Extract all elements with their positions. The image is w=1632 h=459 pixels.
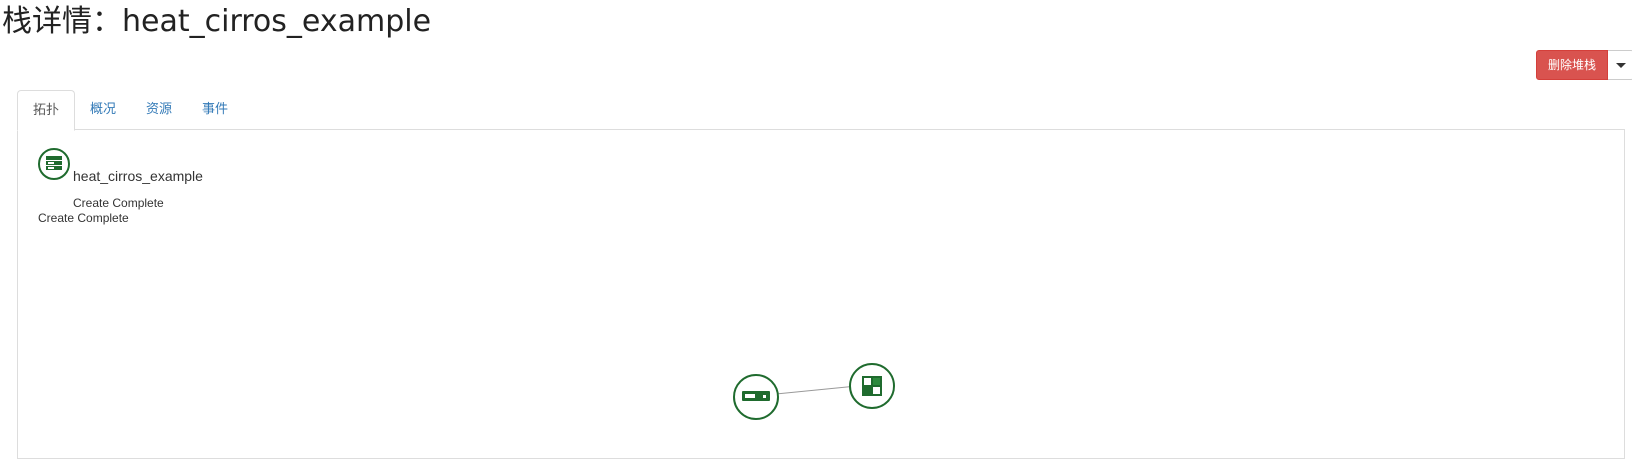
tab-events[interactable]: 事件 bbox=[187, 90, 243, 130]
stack-status-secondary: Create Complete bbox=[38, 211, 129, 225]
server-icon bbox=[742, 391, 770, 401]
topology-panel bbox=[17, 129, 1625, 459]
stack-name: heat_cirros_example bbox=[73, 168, 203, 184]
server-stack-glyph bbox=[46, 156, 62, 170]
stack-status: Create Complete bbox=[73, 196, 164, 210]
chevron-down-icon bbox=[1615, 62, 1626, 68]
image-node[interactable] bbox=[849, 363, 895, 409]
delete-stack-button[interactable]: 删除堆栈 bbox=[1536, 50, 1609, 80]
image-icon bbox=[862, 376, 882, 396]
tab-overview[interactable]: 概况 bbox=[75, 90, 131, 130]
page-title: 栈详情：heat_cirros_example bbox=[2, 4, 432, 39]
tab-topology[interactable]: 拓扑 bbox=[17, 90, 76, 131]
actions-dropdown-toggle[interactable] bbox=[1608, 50, 1632, 80]
server-node[interactable] bbox=[733, 374, 779, 420]
tab-resources[interactable]: 资源 bbox=[131, 90, 187, 130]
stack-actions: 删除堆栈 bbox=[1536, 50, 1632, 80]
detail-tabs: 拓扑 概况 资源 事件 bbox=[17, 90, 243, 131]
stack-server-icon bbox=[38, 148, 70, 180]
